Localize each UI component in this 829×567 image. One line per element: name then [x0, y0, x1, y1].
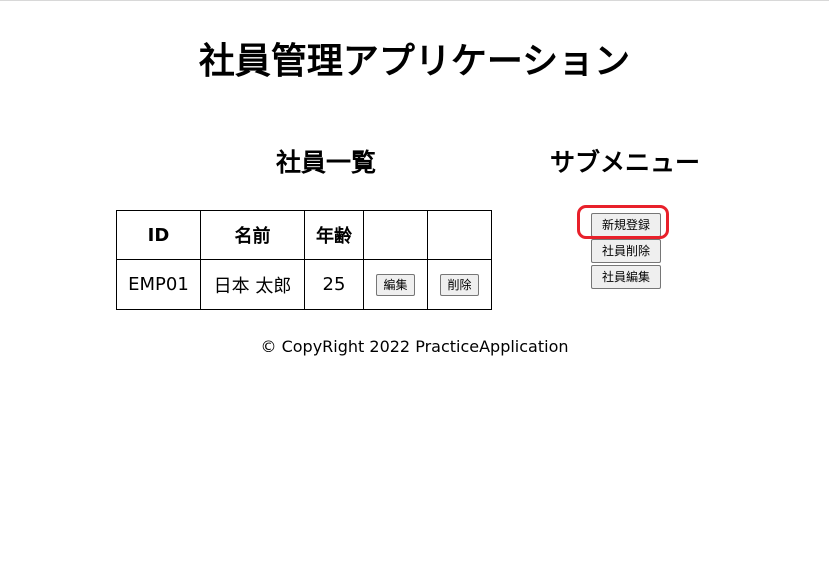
table-header-row: ID 名前 年齢 — [116, 210, 492, 260]
submenu-heading: サブメニュー — [549, 148, 700, 177]
column-header-age: 年齢 — [304, 210, 364, 260]
employee-list-heading: 社員一覧 — [275, 148, 376, 177]
table-row: EMP01 日本 太郎 25 編集 削除 — [116, 259, 492, 310]
page-title: 社員管理アプリケーション — [198, 41, 631, 82]
cell-employee-name: 日本 太郎 — [200, 259, 305, 310]
cell-employee-age: 25 — [304, 259, 364, 310]
delete-button[interactable]: 削除 — [440, 274, 479, 296]
cell-delete-action: 削除 — [427, 259, 492, 310]
delete-employee-button[interactable]: 社員削除 — [591, 239, 661, 263]
edit-button[interactable]: 編集 — [376, 274, 415, 296]
cell-edit-action: 編集 — [363, 259, 428, 310]
top-divider — [0, 0, 829, 1]
new-registration-button[interactable]: 新規登録 — [591, 213, 661, 237]
employee-table: ID 名前 年齢 EMP01 日本 太郎 25 編集 削除 — [116, 210, 492, 310]
footer-copyright: © CopyRight 2022 PracticeApplication — [260, 337, 569, 356]
column-header-name: 名前 — [200, 210, 305, 260]
edit-employee-button[interactable]: 社員編集 — [591, 265, 661, 289]
column-header-id: ID — [116, 210, 201, 260]
column-header-delete — [427, 210, 492, 260]
submenu: 新規登録 社員削除 社員編集 — [590, 213, 662, 291]
column-header-edit — [363, 210, 428, 260]
cell-employee-id: EMP01 — [116, 259, 201, 310]
